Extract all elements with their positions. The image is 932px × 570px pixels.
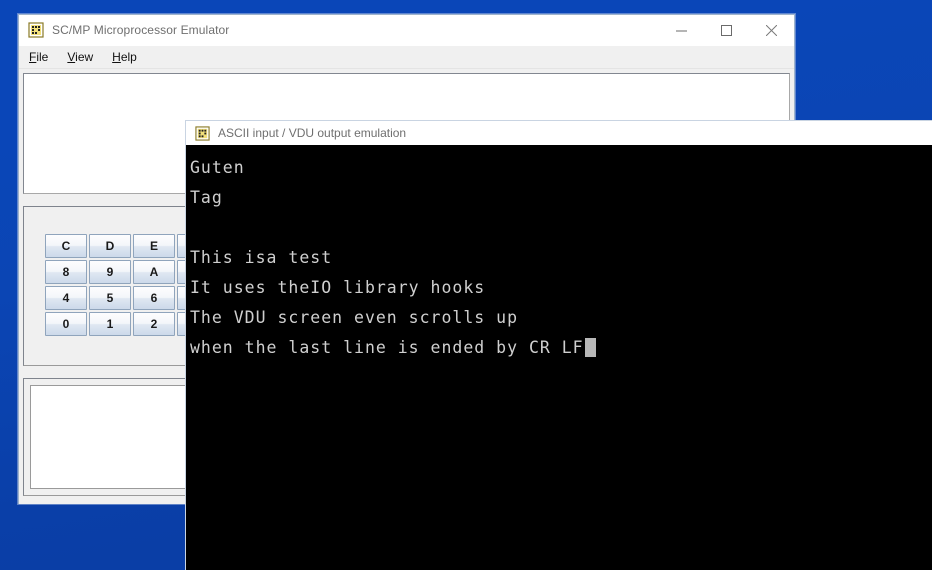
main-window-title: SC/MP Microprocessor Emulator	[52, 23, 230, 37]
key-A[interactable]: A	[133, 260, 175, 284]
menu-accel-help: H	[112, 50, 121, 64]
key-8[interactable]: 8	[45, 260, 87, 284]
menubar: File View Help	[19, 46, 794, 69]
vdu-window: ASCII input / VDU output emulation Guten…	[185, 120, 932, 570]
menu-rest-help: elp	[120, 50, 137, 64]
chip-icon	[28, 22, 44, 38]
vdu-line-0: Guten	[190, 158, 245, 177]
key-0[interactable]: 0	[45, 312, 87, 336]
vdu-window-title: ASCII input / VDU output emulation	[218, 126, 407, 140]
key-6[interactable]: 6	[133, 286, 175, 310]
key-4[interactable]: 4	[45, 286, 87, 310]
key-5[interactable]: 5	[89, 286, 131, 310]
minimize-button[interactable]	[659, 15, 704, 45]
menu-accel-view: V	[67, 50, 76, 64]
key-9[interactable]: 9	[89, 260, 131, 284]
chip-icon	[195, 125, 210, 141]
key-2[interactable]: 2	[133, 312, 175, 336]
vdu-line-3: This isa test	[190, 248, 333, 267]
menu-rest-view: iew	[75, 50, 94, 64]
vdu-window-titlebar[interactable]: ASCII input / VDU output emulation	[186, 121, 932, 145]
key-E[interactable]: E	[133, 234, 175, 258]
menu-item-view[interactable]: View	[67, 50, 93, 64]
main-window-titlebar[interactable]: SC/MP Microprocessor Emulator	[19, 15, 794, 46]
menu-item-help[interactable]: Help	[112, 50, 137, 64]
block-cursor-icon	[584, 338, 596, 357]
window-controls	[659, 15, 794, 45]
vdu-line-6-text: when the last line is ended by CR LF	[190, 338, 584, 357]
menu-rest-file: ile	[36, 50, 49, 64]
vdu-line-1: Tag	[190, 188, 223, 207]
vdu-screen[interactable]: Guten Tag This isa test It uses theIO li…	[186, 145, 932, 570]
maximize-button[interactable]	[704, 15, 749, 45]
key-D[interactable]: D	[89, 234, 131, 258]
vdu-line-6: when the last line is ended by CR LF	[187, 333, 932, 363]
desktop: SC/MP Microprocessor Emulator File View …	[0, 0, 932, 570]
key-1[interactable]: 1	[89, 312, 131, 336]
key-C[interactable]: C	[45, 234, 87, 258]
vdu-line-5: The VDU screen even scrolls up	[190, 308, 519, 327]
vdu-line-2	[187, 213, 932, 243]
menu-item-file[interactable]: File	[29, 50, 48, 64]
vdu-line-4: It uses theIO library hooks	[190, 278, 486, 297]
close-button[interactable]	[749, 15, 794, 45]
